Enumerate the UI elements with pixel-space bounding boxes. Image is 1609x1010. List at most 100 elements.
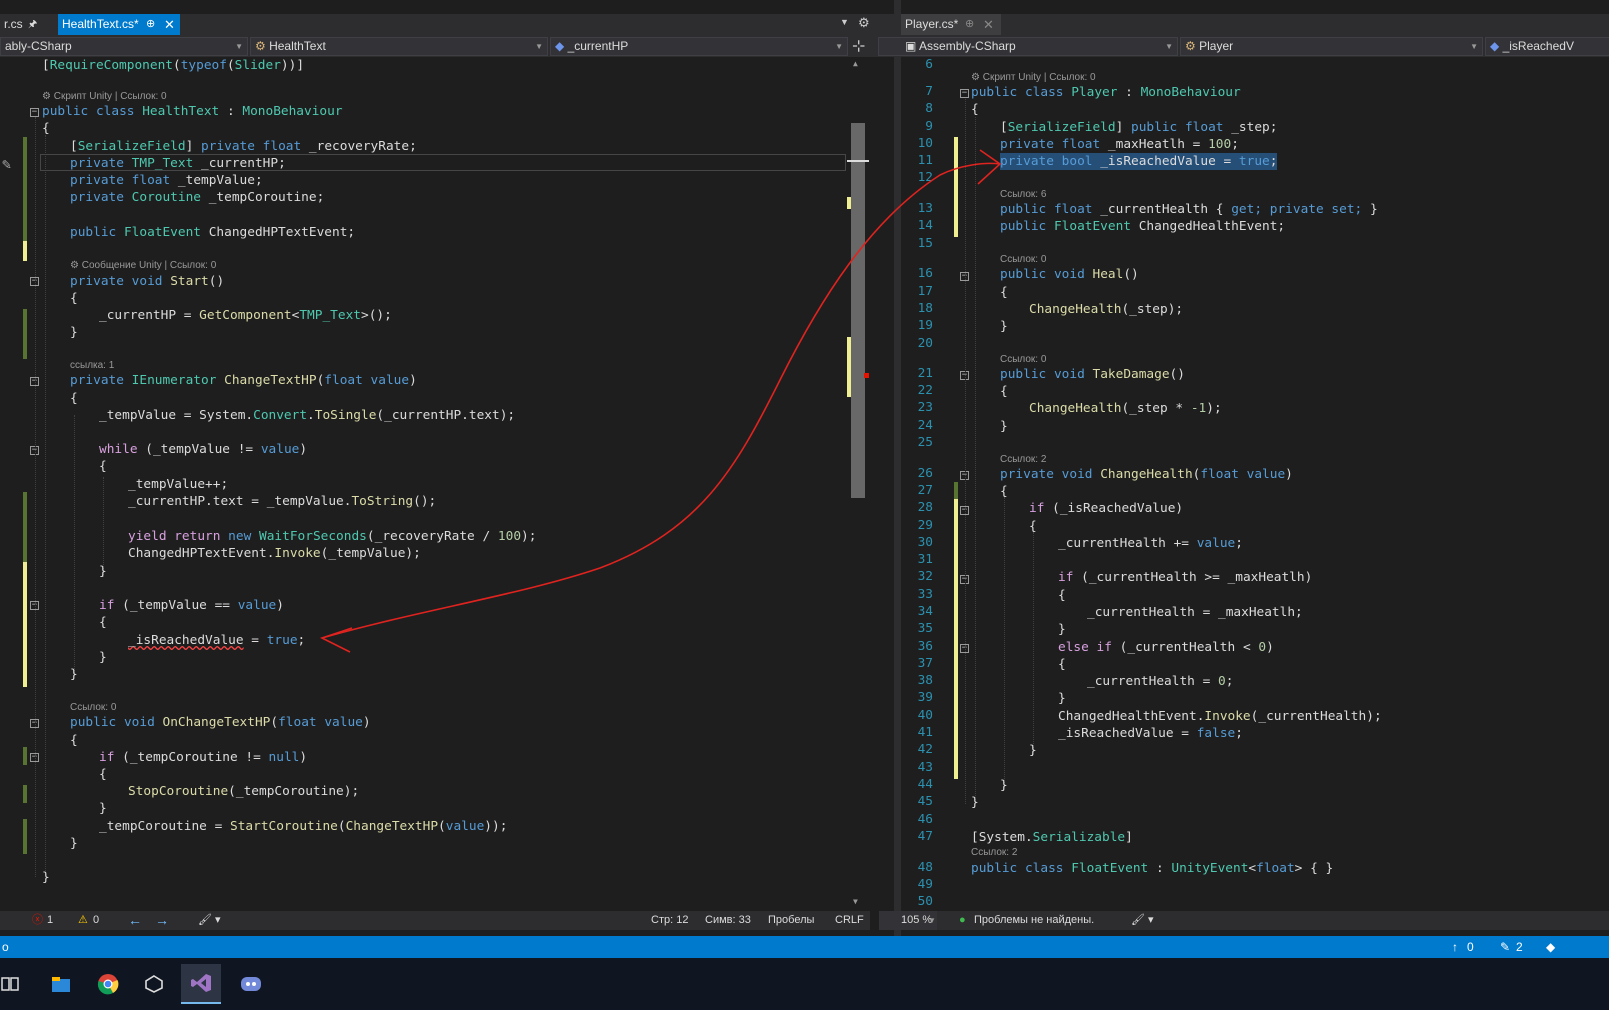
code-line: } [70, 325, 78, 340]
fold-toggle[interactable]: − [960, 89, 969, 98]
code-line: { [99, 459, 107, 474]
code-line: _isReachedValue = false; [1058, 726, 1243, 741]
indent-mode[interactable]: Пробелы [768, 911, 814, 930]
change-bar [23, 785, 27, 803]
tab-label: Player.cs* [905, 17, 959, 31]
code-line: } [70, 667, 78, 682]
code-lens[interactable]: ⚙ Сообщение Unity | Ссылок: 0 [70, 260, 216, 271]
editor-splitter[interactable] [894, 0, 901, 936]
caret-marker [847, 160, 869, 162]
code-lens[interactable]: ссылка: 1 [70, 360, 114, 371]
split-icon[interactable]: ⊹ [852, 36, 865, 56]
right-tab-bar: Player.cs* ⊕ ✕ [901, 14, 1609, 35]
warning-count[interactable]: 0 [93, 911, 99, 930]
git-icon[interactable]: ◆ [1546, 936, 1555, 958]
edit-pen-icon: ✎ [2, 155, 12, 173]
line-number: 16 [917, 266, 933, 281]
line-number: 41 [917, 725, 933, 740]
arrow-up-icon[interactable]: ↑ [1452, 936, 1458, 958]
changes-count[interactable]: 2 [1516, 936, 1523, 958]
ide-status-bar: о ↑ 0 ✎ 2 ◆ [0, 936, 1609, 958]
code-lens[interactable]: Ссылок: 2 [1000, 454, 1046, 465]
code-lens[interactable]: Ссылок: 0 [1000, 354, 1046, 365]
line-number: 43 [917, 760, 933, 775]
code-lens[interactable]: Ссылок: 0 [1000, 254, 1046, 265]
chrome-icon[interactable] [88, 964, 128, 1004]
unity-icon[interactable] [134, 964, 174, 1004]
line-number: 26 [917, 466, 933, 481]
member-dropdown[interactable]: ◆ _currentHP ▼ [550, 37, 848, 56]
code-lens[interactable]: ⚙ Скрипт Unity | Ссылок: 0 [42, 91, 167, 102]
code-lens[interactable]: Ссылок: 6 [1000, 189, 1046, 200]
code-line: } [1000, 419, 1008, 434]
line-number: 49 [917, 877, 933, 892]
right-code-area[interactable]: 6 7 8 9 10 11 12 13 14 15 16 17 18 19 20 21 22 23 24 25 26 27… [901, 57, 1609, 936]
line-number: 48 [917, 860, 933, 875]
line-number[interactable]: Стр: 12 [651, 911, 688, 930]
code-line: } [99, 801, 107, 816]
tab-prev-file[interactable]: r.cs 🖈 [0, 14, 58, 35]
pin-icon[interactable]: ⊕ [146, 14, 155, 35]
scrollbar-thumb[interactable] [851, 123, 865, 498]
navigate-back-icon[interactable]: ← [128, 911, 142, 930]
line-number: 33 [917, 587, 933, 602]
chevron-down-icon[interactable]: ▼ [928, 911, 936, 930]
tab-healthtext[interactable]: HealthText.cs* ⊕ ✕ [58, 14, 180, 35]
code-line: _currentHP = GetComponent<TMP_Text>(); [99, 308, 392, 323]
navigate-forward-icon[interactable]: → [155, 911, 169, 930]
code-line: private IEnumerator ChangeTextHP(float v… [70, 373, 417, 388]
scroll-up-icon[interactable]: ▲ [853, 59, 858, 68]
code-lens[interactable]: ⚙ Скрипт Unity | Ссылок: 0 [971, 72, 1096, 83]
gear-icon[interactable]: ⚙ [858, 15, 870, 31]
chevron-down-icon: ▼ [1470, 42, 1478, 51]
file-explorer-icon[interactable] [41, 964, 81, 1004]
right-status-bar: 105 % ▼ ● Проблемы не найдены. 🖌 ▾ [879, 911, 1609, 930]
left-code-area[interactable]: ✎ − − − − − − − [RequireComponent(typeof… [0, 57, 894, 936]
brush-icon[interactable]: 🖌 ▾ [1131, 911, 1154, 930]
project-dropdown[interactable]: ably-CSharp ▼ [0, 37, 248, 56]
code-line: ChangeHealth(_step * -1); [1029, 401, 1222, 416]
code-line: private TMP_Text _currentHP; [70, 156, 286, 171]
tab-dropdown-icon[interactable]: ▼ [840, 17, 849, 27]
code-line: if (_isReachedValue) [1029, 501, 1184, 516]
scroll-down-icon[interactable]: ▼ [853, 897, 858, 906]
column-number[interactable]: Симв: 33 [705, 911, 751, 930]
warning-icon[interactable]: ⚠ [78, 911, 88, 930]
taskbar [0, 958, 1609, 1010]
problems-status[interactable]: Проблемы не найдены. [974, 911, 1094, 930]
member-label: _currentHP [567, 39, 629, 53]
line-number: 46 [917, 812, 933, 827]
close-icon[interactable]: ✕ [164, 14, 175, 35]
line-number: 22 [917, 383, 933, 398]
publish-count[interactable]: 0 [1467, 936, 1474, 958]
tab-player[interactable]: Player.cs* ⊕ ✕ [901, 14, 1001, 35]
code-lens[interactable]: Ссылок: 2 [971, 847, 1017, 858]
code-line: { [99, 615, 107, 630]
close-icon[interactable]: ✕ [983, 14, 994, 35]
error-count[interactable]: 1 [47, 911, 53, 930]
code-line: ChangedHealthEvent.Invoke(_currentHealth… [1058, 709, 1382, 724]
member-dropdown[interactable]: ◆ _isReachedV [1485, 37, 1609, 56]
code-line: { [70, 391, 78, 406]
pin-icon[interactable]: 🖈 [28, 14, 37, 35]
error-icon[interactable]: ⓧ [32, 911, 43, 930]
project-icon: ▣ [905, 39, 920, 53]
class-dropdown[interactable]: ⚙ HealthText ▼ [250, 37, 548, 56]
class-dropdown[interactable]: ⚙ Player ▼ [1180, 37, 1483, 56]
discord-icon[interactable] [231, 964, 271, 1004]
left-tab-bar: r.cs 🖈 HealthText.cs* ⊕ ✕ ▼ ⚙ [0, 14, 894, 35]
field-icon: ◆ [555, 39, 568, 53]
project-dropdown[interactable]: ▣ Assembly-CSharp ▼ [878, 37, 1178, 56]
visual-studio-icon[interactable] [181, 964, 221, 1004]
line-ending[interactable]: CRLF [835, 911, 864, 930]
line-number: 15 [917, 236, 933, 251]
fold-toggle[interactable]: − [30, 108, 39, 117]
left-nav-bar: ably-CSharp ▼ ⚙ HealthText ▼ ◆ _currentHP ▼… [0, 35, 894, 57]
code-line: public void TakeDamage() [1000, 367, 1185, 382]
pencil-icon[interactable]: ✎ [1500, 936, 1510, 958]
task-view-icon[interactable] [0, 964, 30, 1004]
pin-icon[interactable]: ⊕ [965, 14, 974, 35]
code-line: _currentHP.text = _tempValue.ToString(); [128, 494, 437, 509]
brush-icon[interactable]: 🖌 ▾ [198, 911, 221, 930]
code-lens[interactable]: Ссылок: 0 [70, 702, 116, 713]
